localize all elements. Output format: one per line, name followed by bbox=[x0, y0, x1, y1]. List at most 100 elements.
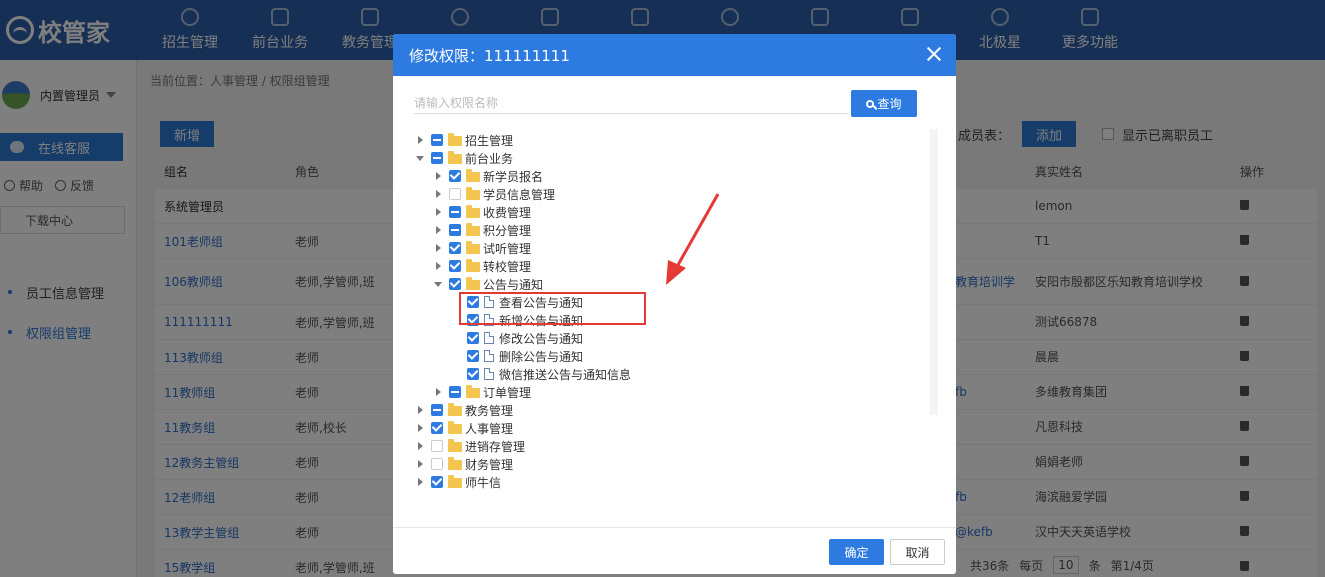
tree-node[interactable]: 教务管理 bbox=[415, 401, 513, 419]
tree-checkbox[interactable] bbox=[449, 170, 461, 182]
tree-node-label: 收费管理 bbox=[483, 205, 532, 220]
tree-checkbox[interactable] bbox=[431, 440, 443, 452]
tree-checkbox[interactable] bbox=[467, 368, 479, 380]
tree-checkbox[interactable] bbox=[431, 152, 443, 164]
tree-node-label: 前台业务 bbox=[465, 151, 514, 166]
folder-icon bbox=[466, 223, 480, 236]
caret-right-icon[interactable] bbox=[415, 135, 425, 145]
annotation-highlight-box bbox=[459, 292, 646, 325]
tree-node-label: 公告与通知 bbox=[483, 277, 544, 292]
caret-down-icon[interactable] bbox=[415, 153, 425, 163]
tree-checkbox[interactable] bbox=[449, 242, 461, 254]
tree-node[interactable]: 试听管理 bbox=[433, 239, 531, 257]
folder-icon bbox=[448, 151, 462, 164]
tree-node-label: 人事管理 bbox=[465, 421, 514, 436]
tree-node-label: 招生管理 bbox=[465, 133, 514, 148]
tree-node-label: 积分管理 bbox=[483, 223, 532, 238]
tree-node[interactable]: 积分管理 bbox=[433, 221, 531, 239]
caret-right-icon[interactable] bbox=[433, 225, 443, 235]
tree-node[interactable]: 订单管理 bbox=[433, 383, 531, 401]
query-button[interactable]: 查询 bbox=[851, 90, 917, 117]
folder-icon bbox=[448, 421, 462, 434]
query-label: 查询 bbox=[877, 97, 902, 111]
tree-node-label: 修改公告与通知 bbox=[499, 331, 584, 346]
tree-node-label: 财务管理 bbox=[465, 457, 514, 472]
tree-node-label: 微信推送公告与通知信息 bbox=[499, 367, 632, 382]
folder-icon bbox=[466, 259, 480, 272]
tree-node[interactable]: 进销存管理 bbox=[415, 437, 525, 455]
tree-node[interactable]: 转校管理 bbox=[433, 257, 531, 275]
caret-right-icon[interactable] bbox=[433, 243, 443, 253]
tree-node[interactable]: 收费管理 bbox=[433, 203, 531, 221]
caret-right-icon[interactable] bbox=[415, 423, 425, 433]
tree-checkbox[interactable] bbox=[431, 404, 443, 416]
caret-right-icon[interactable] bbox=[415, 477, 425, 487]
caret-right-icon[interactable] bbox=[433, 171, 443, 181]
tree-checkbox[interactable] bbox=[467, 350, 479, 362]
tree-node-label: 学员信息管理 bbox=[483, 187, 556, 202]
tree-checkbox[interactable] bbox=[449, 206, 461, 218]
tree-checkbox[interactable] bbox=[449, 278, 461, 290]
folder-icon bbox=[466, 187, 480, 200]
folder-icon bbox=[448, 439, 462, 452]
search-icon bbox=[866, 99, 875, 108]
tree-checkbox[interactable] bbox=[467, 332, 479, 344]
caret-down-icon[interactable] bbox=[433, 279, 443, 289]
tree-checkbox[interactable] bbox=[449, 188, 461, 200]
tree-checkbox[interactable] bbox=[431, 476, 443, 488]
caret-right-icon[interactable] bbox=[433, 387, 443, 397]
tree-node[interactable]: 招生管理 bbox=[415, 131, 513, 149]
tree-node[interactable]: 师牛信 bbox=[415, 473, 501, 491]
caret-right-icon[interactable] bbox=[415, 459, 425, 469]
tree-checkbox[interactable] bbox=[449, 260, 461, 272]
tree-node-label: 进销存管理 bbox=[465, 439, 526, 454]
dialog-header: 修改权限：111111111 bbox=[393, 34, 956, 76]
file-icon bbox=[484, 368, 494, 380]
tree-scrollbar[interactable] bbox=[930, 129, 938, 415]
tree-checkbox[interactable] bbox=[449, 224, 461, 236]
tree-node[interactable]: 学员信息管理 bbox=[433, 185, 555, 203]
tree-node[interactable]: 新学员报名 bbox=[433, 167, 543, 185]
folder-icon bbox=[448, 133, 462, 146]
confirm-button[interactable]: 确定 bbox=[829, 539, 884, 565]
folder-icon bbox=[466, 241, 480, 254]
tree-node-label: 师牛信 bbox=[465, 475, 502, 490]
close-icon[interactable] bbox=[926, 46, 942, 62]
caret-right-icon[interactable] bbox=[433, 261, 443, 271]
tree-node[interactable]: 修改公告与通知 bbox=[451, 329, 583, 347]
folder-icon bbox=[448, 457, 462, 470]
tree-node-label: 删除公告与通知 bbox=[499, 349, 584, 364]
tree-checkbox[interactable] bbox=[449, 386, 461, 398]
dialog-title: 修改权限：111111111 bbox=[409, 46, 570, 65]
tree-node[interactable]: 财务管理 bbox=[415, 455, 513, 473]
tree-node[interactable]: 前台业务 bbox=[415, 149, 513, 167]
tree-node-label: 订单管理 bbox=[483, 385, 532, 400]
folder-icon bbox=[466, 277, 480, 290]
file-icon bbox=[484, 350, 494, 362]
tree-node-label: 试听管理 bbox=[483, 241, 532, 256]
file-icon bbox=[484, 332, 494, 344]
caret-right-icon[interactable] bbox=[433, 207, 443, 217]
folder-icon bbox=[448, 475, 462, 488]
tree-node[interactable]: 删除公告与通知 bbox=[451, 347, 583, 365]
tree-node[interactable]: 微信推送公告与通知信息 bbox=[451, 365, 631, 383]
tree-node[interactable]: 公告与通知 bbox=[433, 275, 543, 293]
tree-node-label: 教务管理 bbox=[465, 403, 514, 418]
folder-icon bbox=[466, 205, 480, 218]
annotation-arrow-icon bbox=[666, 193, 720, 285]
caret-right-icon[interactable] bbox=[415, 441, 425, 451]
tree-checkbox[interactable] bbox=[431, 458, 443, 470]
folder-icon bbox=[466, 385, 480, 398]
tree-node-label: 转校管理 bbox=[483, 259, 532, 274]
cancel-button[interactable]: 取消 bbox=[890, 539, 945, 565]
folder-icon bbox=[448, 403, 462, 416]
tree-checkbox[interactable] bbox=[431, 134, 443, 146]
permission-search-input[interactable] bbox=[414, 92, 848, 114]
tree-node-label: 新学员报名 bbox=[483, 169, 544, 184]
tree-checkbox[interactable] bbox=[431, 422, 443, 434]
tree-node[interactable]: 人事管理 bbox=[415, 419, 513, 437]
dialog-footer: 确定 取消 bbox=[393, 527, 956, 574]
folder-icon bbox=[466, 169, 480, 182]
caret-right-icon[interactable] bbox=[433, 189, 443, 199]
caret-right-icon[interactable] bbox=[415, 405, 425, 415]
